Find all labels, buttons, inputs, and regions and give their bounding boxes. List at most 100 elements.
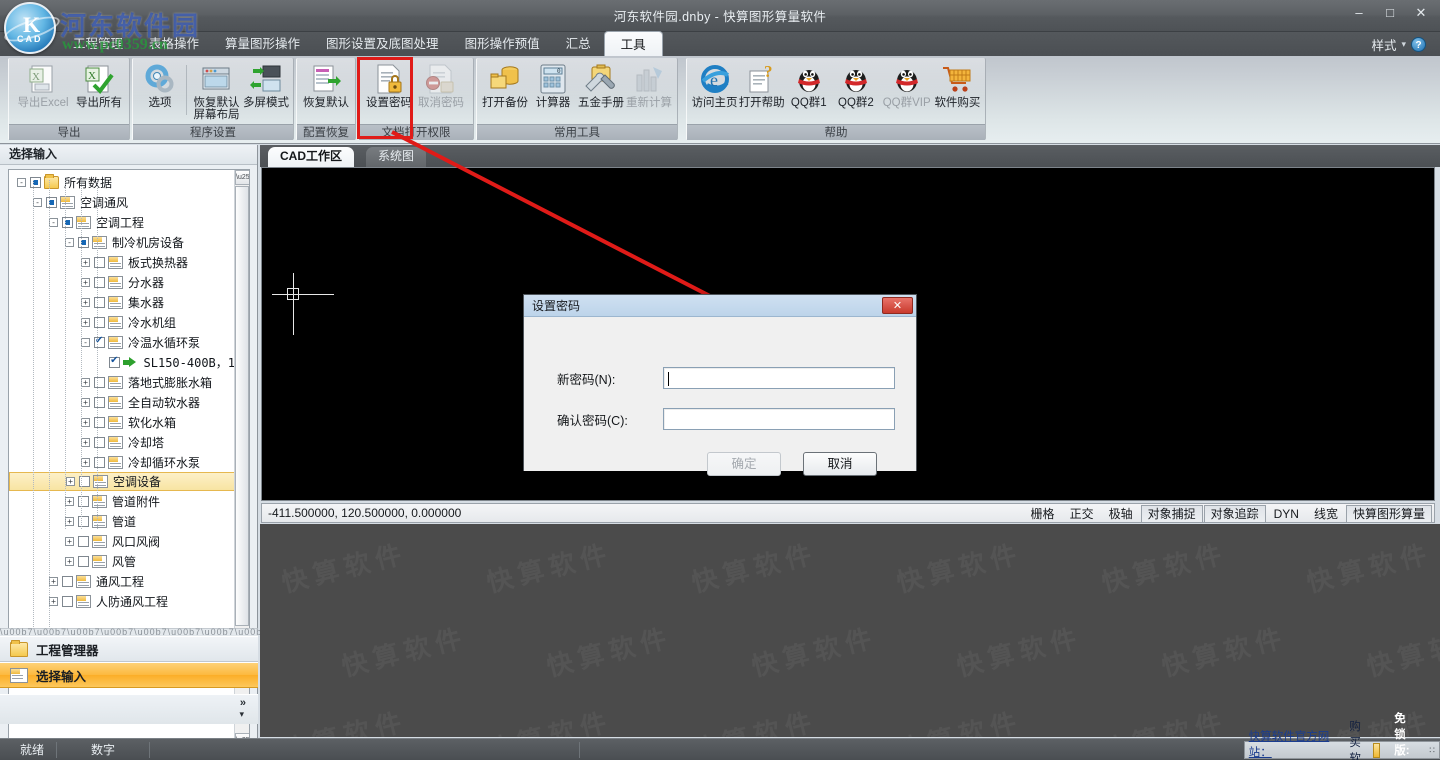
tree-checkbox[interactable]: [78, 535, 89, 547]
tree-node[interactable]: - 空调工程: [9, 212, 235, 232]
ribbon-tab-6[interactable]: 工具: [603, 31, 663, 57]
cad-toggle-7[interactable]: 快算图形算量: [1345, 505, 1432, 523]
ribbon-button-options-gear[interactable]: 选项: [137, 61, 183, 109]
tree-checkbox[interactable]: [62, 595, 73, 607]
collapse-icon[interactable]: -: [33, 197, 42, 207]
tree-node[interactable]: + 分水器: [9, 272, 235, 292]
expand-icon[interactable]: +: [65, 556, 74, 566]
tree-checkbox[interactable]: [94, 296, 105, 308]
chevron-down-icon[interactable]: ▾: [1401, 39, 1406, 50]
tree-node[interactable]: + 全自动软水器: [9, 392, 235, 412]
ribbon-tab-0[interactable]: 工程管理: [60, 30, 136, 56]
expand-icon[interactable]: +: [81, 257, 90, 267]
chevron-down-small-icon[interactable]: ▾: [239, 709, 244, 720]
expand-icon[interactable]: +: [81, 277, 90, 287]
cancel-button[interactable]: 取消: [803, 452, 877, 476]
tree-checkbox[interactable]: [94, 396, 105, 408]
ribbon-tab-4[interactable]: 图形操作预值: [452, 30, 553, 56]
ribbon-tab-3[interactable]: 图形设置及底图处理: [313, 30, 452, 56]
sidebar-item-project-manager[interactable]: 工程管理器: [0, 636, 258, 662]
ribbon-button-hardware-manual[interactable]: 五金手册: [577, 61, 625, 109]
tree-checkbox[interactable]: [109, 355, 120, 368]
tree-node[interactable]: + 落地式膨胀水箱: [9, 372, 235, 392]
cad-toggle-0[interactable]: 栅格: [1024, 505, 1062, 523]
cad-toggle-6[interactable]: 线宽: [1307, 505, 1345, 523]
tree-node[interactable]: SL150-400B，1: [9, 352, 235, 372]
expand-icon[interactable]: +: [65, 516, 74, 526]
ribbon-button-open-backup[interactable]: 打开备份: [481, 61, 529, 109]
tree-node[interactable]: + 冷却循环水泵: [9, 452, 235, 472]
tree-node[interactable]: - 空调通风: [9, 192, 235, 212]
tree-node[interactable]: + 集水器: [9, 292, 235, 312]
expand-icon[interactable]: +: [81, 457, 90, 467]
cad-toggle-1[interactable]: 正交: [1063, 505, 1101, 523]
tree-checkbox[interactable]: [94, 256, 105, 268]
official-site-link[interactable]: 快算软件官方网站：www.ksuan.net.cn: [1249, 728, 1342, 760]
expand-icon[interactable]: +: [81, 377, 90, 387]
maximize-button[interactable]: □: [1379, 5, 1401, 21]
tree-node[interactable]: + 人防通风工程: [9, 591, 235, 611]
cad-tab-1[interactable]: 系统图: [366, 147, 427, 167]
expand-icon[interactable]: +: [81, 437, 90, 447]
panel-expand-more[interactable]: » ▾: [0, 694, 258, 724]
panel-splitter-grip[interactable]: \u00b7\u00b7\u00b7\u00b7\u00b7\u00b7\u00…: [0, 628, 267, 637]
tree-node[interactable]: + 风口风阀: [9, 531, 235, 551]
collapse-icon[interactable]: -: [65, 237, 74, 247]
scroll-up-arrow[interactable]: \u25b2: [235, 170, 249, 185]
ribbon-button-calculator[interactable]: 0 计算器: [529, 61, 577, 109]
expand-icon[interactable]: +: [66, 477, 75, 486]
expand-icon[interactable]: +: [81, 297, 90, 307]
tree-checkbox[interactable]: [94, 335, 105, 348]
cad-toggle-3[interactable]: 对象捕捉: [1140, 505, 1203, 523]
minimize-button[interactable]: –: [1348, 5, 1370, 21]
help-icon[interactable]: ?: [1411, 37, 1426, 52]
dialog-close-button[interactable]: ✕: [882, 297, 913, 314]
tree-node[interactable]: - 制冷机房设备: [9, 232, 235, 252]
chevron-double-right-icon[interactable]: »: [240, 697, 246, 709]
cad-toggle-2[interactable]: 极轴: [1102, 505, 1140, 523]
new-password-input[interactable]: [663, 367, 895, 389]
tree-node[interactable]: + 板式换热器: [9, 252, 235, 272]
ribbon-button-restore-default[interactable]: 恢复默认: [301, 61, 351, 109]
ribbon-tab-1[interactable]: 表格操作: [136, 30, 212, 56]
collapse-icon[interactable]: -: [81, 337, 90, 347]
ribbon-button-qq-penguin[interactable]: QQ群2: [832, 61, 879, 109]
tree-checkbox[interactable]: [78, 515, 89, 527]
tree-checkbox[interactable]: [94, 276, 105, 288]
tree-checkbox[interactable]: [94, 316, 105, 328]
ribbon-button-set-password[interactable]: 设置密码: [363, 61, 415, 109]
cad-toggle-5[interactable]: DYN: [1267, 505, 1306, 523]
vertical-scroll-thumb[interactable]: [235, 186, 249, 626]
expand-icon[interactable]: +: [81, 417, 90, 427]
ribbon-button-export-all[interactable]: X 导出所有: [73, 61, 125, 109]
tree-node[interactable]: + 冷却塔: [9, 432, 235, 452]
tree-checkbox[interactable]: [62, 216, 73, 228]
expand-icon[interactable]: +: [81, 397, 90, 407]
ribbon-tab-5[interactable]: 汇总: [553, 30, 604, 56]
tree-checkbox[interactable]: [94, 456, 105, 468]
tree-node[interactable]: + 管道: [9, 511, 235, 531]
tree-checkbox[interactable]: [78, 236, 89, 248]
close-button[interactable]: ✕: [1410, 5, 1432, 21]
ribbon-button-help-doc[interactable]: ? 打开帮助: [738, 61, 785, 109]
tree-checkbox[interactable]: [46, 196, 57, 208]
tree-checkbox[interactable]: [94, 376, 105, 388]
ribbon-button-multi-screen[interactable]: 多屏模式: [243, 61, 289, 109]
confirm-password-input[interactable]: [663, 408, 895, 430]
tree-node[interactable]: + 空调设备: [9, 472, 235, 491]
ribbon-button-shopping-cart[interactable]: 软件购买: [934, 61, 981, 109]
buy-software-link[interactable]: 购买软件: [1349, 718, 1365, 760]
tree-node[interactable]: + 管道附件: [9, 491, 235, 511]
collapse-icon[interactable]: -: [17, 177, 26, 187]
tree-checkbox[interactable]: [78, 495, 89, 507]
expand-icon[interactable]: +: [65, 536, 74, 546]
tree-node[interactable]: + 风管: [9, 551, 235, 571]
expand-icon[interactable]: +: [49, 576, 58, 586]
tree-checkbox[interactable]: [30, 176, 41, 188]
tree-node[interactable]: + 软化水箱: [9, 412, 235, 432]
expand-icon[interactable]: +: [49, 596, 58, 606]
style-selector[interactable]: 样式 ▾ ?: [1371, 35, 1426, 54]
tree-node[interactable]: + 通风工程: [9, 571, 235, 591]
cad-toggle-4[interactable]: 对象追踪: [1203, 505, 1266, 523]
ribbon-button-restore-layout[interactable]: 恢复默认 屏幕布局: [190, 61, 243, 121]
